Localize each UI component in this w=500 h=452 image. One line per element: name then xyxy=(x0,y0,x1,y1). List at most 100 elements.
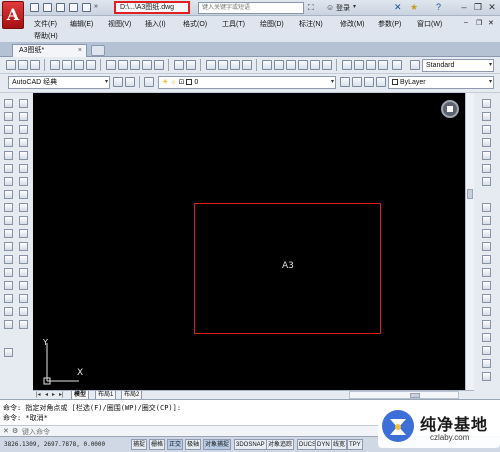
table-style-icon[interactable] xyxy=(366,60,376,70)
tpy-toggle[interactable]: TPY xyxy=(347,439,363,450)
stretch-icon[interactable] xyxy=(19,203,28,212)
aligned-dim-icon[interactable] xyxy=(482,112,491,121)
close-icon[interactable]: × xyxy=(78,45,82,57)
dim-style-icon[interactable] xyxy=(354,60,364,70)
doc-minimize-button[interactable]: – xyxy=(464,19,468,26)
hatch-icon[interactable] xyxy=(4,281,13,290)
scrollbar-thumb[interactable] xyxy=(410,393,420,398)
gradient-icon[interactable] xyxy=(4,294,13,303)
open-file-icon[interactable] xyxy=(43,3,52,12)
pan-icon[interactable] xyxy=(206,60,216,70)
block-editor-icon[interactable] xyxy=(154,60,164,70)
angular-dim-icon[interactable] xyxy=(482,203,491,212)
layer-previous-icon[interactable] xyxy=(352,77,362,87)
ortho-toggle[interactable]: 正交 xyxy=(167,439,184,450)
vertical-scrollbar[interactable] xyxy=(465,93,474,390)
customize-icon[interactable] xyxy=(125,77,135,87)
next-tab-icon[interactable]: ▸ xyxy=(52,391,55,399)
dim-break-icon[interactable] xyxy=(482,268,491,277)
menu-insert[interactable]: 插入(I) xyxy=(145,19,166,29)
new-file-icon[interactable] xyxy=(30,3,39,12)
continue-dim-icon[interactable] xyxy=(482,242,491,251)
scrollbar-thumb[interactable] xyxy=(467,189,473,199)
match-properties-icon[interactable] xyxy=(142,60,152,70)
save-icon[interactable] xyxy=(56,3,65,12)
navigation-wheel-icon[interactable] xyxy=(441,100,459,118)
text-style-icon[interactable] xyxy=(342,60,352,70)
tab-a3-drawing[interactable]: A3图纸* × xyxy=(12,44,87,57)
doc-close-button[interactable]: ✕ xyxy=(488,19,494,27)
arc-icon[interactable] xyxy=(4,164,13,173)
plot-icon[interactable] xyxy=(86,60,96,70)
chevron-down-icon[interactable]: ▾ xyxy=(353,3,356,10)
menu-help[interactable]: 帮助(H) xyxy=(34,31,58,41)
join-icon[interactable] xyxy=(19,255,28,264)
table-icon[interactable] xyxy=(4,320,13,329)
workspace-select[interactable]: AutoCAD 经典 ▾ xyxy=(8,76,110,89)
explode-icon[interactable] xyxy=(19,307,28,316)
login-button[interactable]: 登录 xyxy=(336,3,350,13)
construction-line-icon[interactable] xyxy=(4,112,13,121)
arc-length-icon[interactable] xyxy=(482,125,491,134)
print-icon[interactable] xyxy=(50,60,60,70)
help-icon[interactable]: ? xyxy=(436,2,441,12)
osnap-toggle[interactable]: 对象捕捉 xyxy=(203,439,232,450)
quick-dim-icon[interactable] xyxy=(482,216,491,225)
ordinate-dim-icon[interactable] xyxy=(482,138,491,147)
zoom-realtime-icon[interactable] xyxy=(218,60,228,70)
zoom-previous-icon[interactable] xyxy=(242,60,252,70)
star-icon[interactable]: ★ xyxy=(410,2,418,13)
make-current-layer-icon[interactable] xyxy=(340,77,350,87)
menu-tools[interactable]: 工具(T) xyxy=(222,19,245,29)
revision-cloud-icon[interactable] xyxy=(4,190,13,199)
diameter-dim-icon[interactable] xyxy=(482,177,491,186)
doc-restore-button[interactable]: ❐ xyxy=(476,19,482,27)
inspect-icon[interactable] xyxy=(482,307,491,316)
move-icon[interactable] xyxy=(19,164,28,173)
line-tool-icon[interactable] xyxy=(4,99,13,108)
publish-icon[interactable] xyxy=(74,60,84,70)
layer-iso-icon[interactable] xyxy=(376,77,386,87)
design-center-icon[interactable] xyxy=(274,60,284,70)
sheet-label[interactable]: A3 xyxy=(282,261,294,271)
close-icon[interactable]: ✕ xyxy=(3,427,9,435)
binoculars-icon[interactable]: ⛶ xyxy=(308,3,314,12)
offset-icon[interactable] xyxy=(19,138,28,147)
add-selected-icon[interactable] xyxy=(4,348,13,357)
grid-toggle[interactable]: 栅格 xyxy=(149,439,166,450)
copy-icon[interactable] xyxy=(118,60,128,70)
quick-access-dropdown-icon[interactable]: » xyxy=(94,3,98,10)
menu-format[interactable]: 格式(O) xyxy=(183,19,207,29)
markup-icon[interactable] xyxy=(310,60,320,70)
otrack-toggle[interactable]: 对象追踪 xyxy=(266,439,295,450)
tolerance-icon[interactable] xyxy=(482,281,491,290)
restore-button[interactable]: ❐ xyxy=(472,1,484,13)
menu-parameter[interactable]: 参数(P) xyxy=(378,19,401,29)
layer-state-icon[interactable] xyxy=(364,77,374,87)
ellipse-icon[interactable] xyxy=(4,216,13,225)
command-input-row[interactable]: ✕ ⚙ 键入命令 xyxy=(0,425,380,436)
dim-style-icon[interactable] xyxy=(482,372,491,381)
rectangle-icon[interactable] xyxy=(4,151,13,160)
close-button[interactable]: ✕ xyxy=(486,1,498,13)
last-tab-icon[interactable]: ▸| xyxy=(59,391,64,399)
region-icon[interactable] xyxy=(4,307,13,316)
polygon-icon[interactable] xyxy=(4,138,13,147)
calculator-icon[interactable] xyxy=(322,60,332,70)
insert-block-icon[interactable] xyxy=(4,242,13,251)
help-icon[interactable] xyxy=(392,60,402,70)
redo-icon[interactable] xyxy=(186,60,196,70)
cut-icon[interactable] xyxy=(106,60,116,70)
erase-icon[interactable] xyxy=(19,99,28,108)
color-select[interactable]: ByLayer ▾ xyxy=(388,76,494,89)
multileader-style-icon[interactable] xyxy=(378,60,388,70)
dim-edit-icon[interactable] xyxy=(482,333,491,342)
lineweight-toggle[interactable]: 线宽 xyxy=(331,439,348,450)
menu-window[interactable]: 窗口(W) xyxy=(417,19,442,29)
minimize-button[interactable]: – xyxy=(458,1,470,13)
user-icon[interactable]: ☺ xyxy=(326,3,334,12)
dyn-toggle[interactable]: DYN xyxy=(315,439,332,450)
text-style-select[interactable]: Standard ▾ xyxy=(422,59,494,72)
exchange-icon[interactable]: ✕ xyxy=(394,2,402,13)
dim-space-icon[interactable] xyxy=(482,255,491,264)
